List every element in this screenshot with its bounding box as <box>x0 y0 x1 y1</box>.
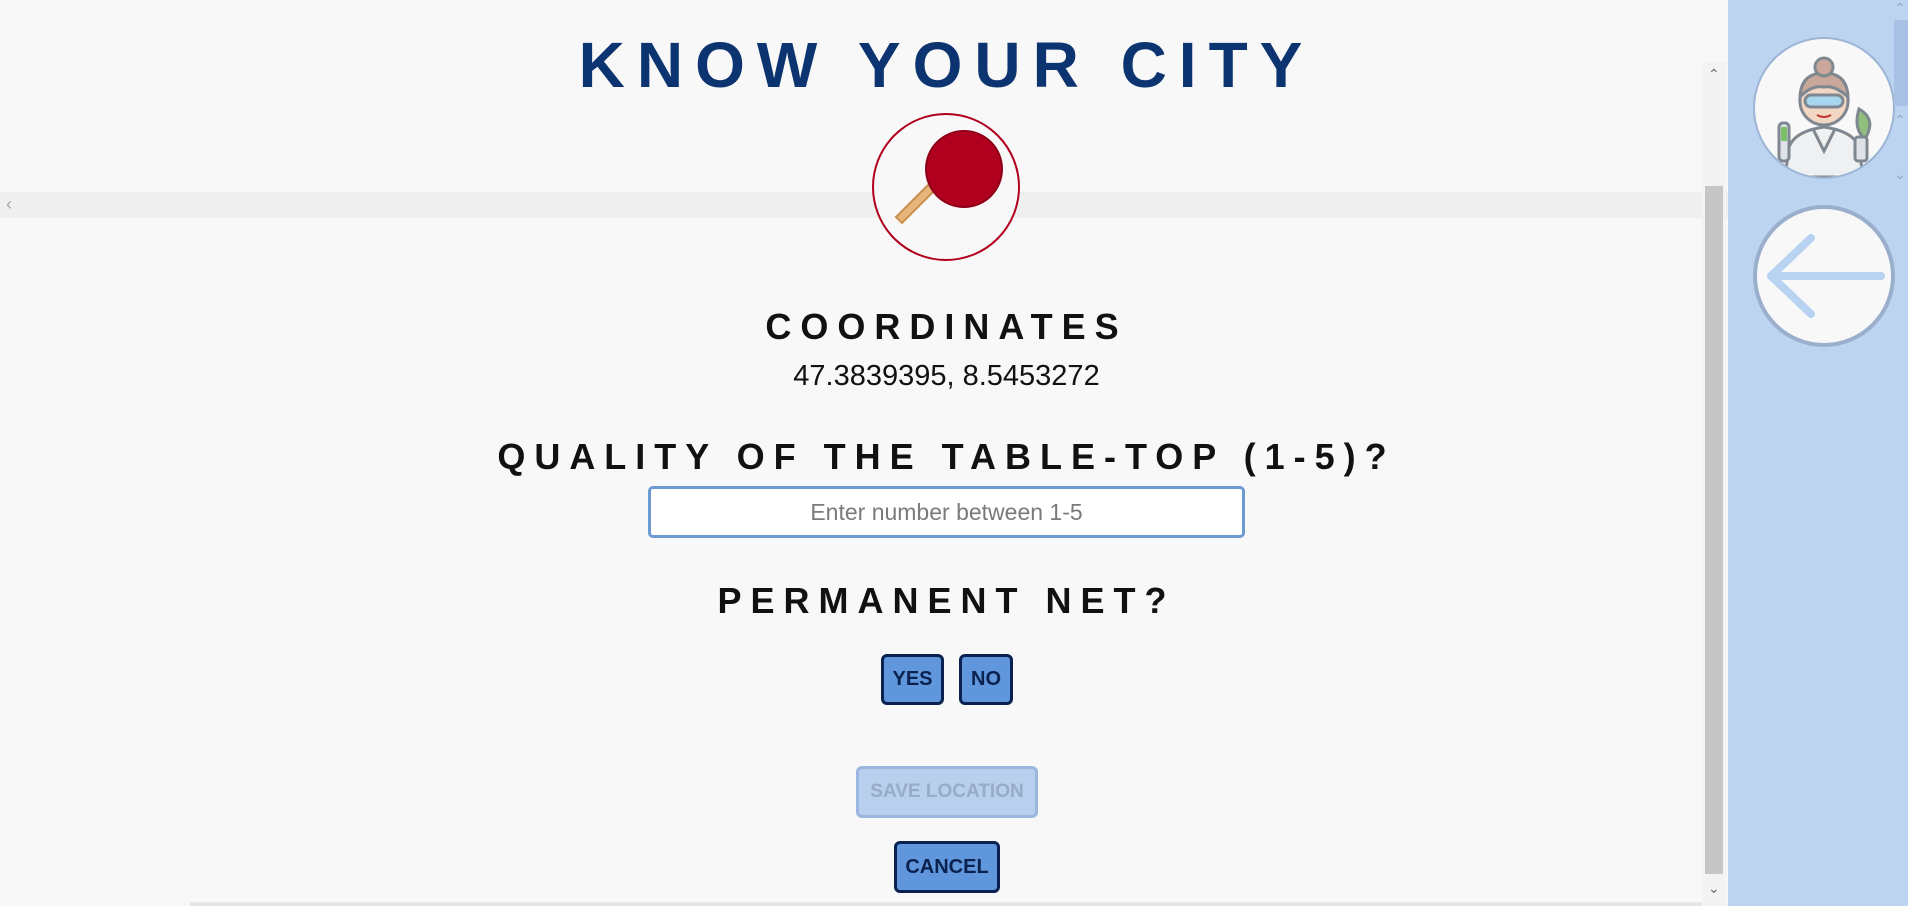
save-location-button[interactable]: SAVE LOCATION <box>856 766 1038 818</box>
cancel-button[interactable]: CANCEL <box>894 841 1000 893</box>
coordinates-label: COORDINATES <box>765 306 1128 347</box>
arrow-left-icon <box>1767 234 1885 318</box>
location-type-badge <box>872 113 1020 261</box>
scroll-down-icon[interactable]: ⌄ <box>1708 880 1720 897</box>
sidebar-scroll-up-icon[interactable]: ⌃ <box>1894 0 1906 17</box>
scroll-left-icon[interactable]: ‹ <box>6 194 12 215</box>
vertical-scrollbar[interactable]: ⌃ ⌄ <box>1702 62 1726 906</box>
sidebar-scrollbar[interactable]: ⌃ ⌃ ⌄ <box>1892 0 1908 190</box>
ping-pong-paddle-icon <box>894 130 1003 225</box>
page-title: KNOW YOUR CITY <box>578 29 1315 101</box>
main-panel: ‹ › KNOW YOUR CITY COORDINATES 47.383939… <box>0 0 1908 906</box>
user-avatar[interactable] <box>1753 37 1895 179</box>
quality-input[interactable] <box>648 486 1245 538</box>
sidebar-scroll-down-icon[interactable]: ⌄ <box>1894 166 1906 183</box>
permanent-net-label: PERMANENT NET? <box>717 580 1176 621</box>
bottom-scroll-track <box>190 902 1702 906</box>
sidebar-scroll-up-small-icon[interactable]: ⌃ <box>1894 112 1906 129</box>
quality-label: QUALITY OF THE TABLE-TOP (1-5)? <box>497 436 1396 477</box>
scrollbar-thumb[interactable] <box>1705 186 1723 874</box>
scroll-up-icon[interactable]: ⌃ <box>1708 66 1720 83</box>
scientist-avatar-icon <box>1777 56 1872 177</box>
yes-button[interactable]: YES <box>881 654 944 705</box>
back-button[interactable] <box>1753 205 1895 347</box>
sidebar-scrollbar-thumb[interactable] <box>1894 20 1908 106</box>
coordinates-value: 47.3839395, 8.5453272 <box>793 360 1100 392</box>
no-button[interactable]: NO <box>959 654 1013 705</box>
